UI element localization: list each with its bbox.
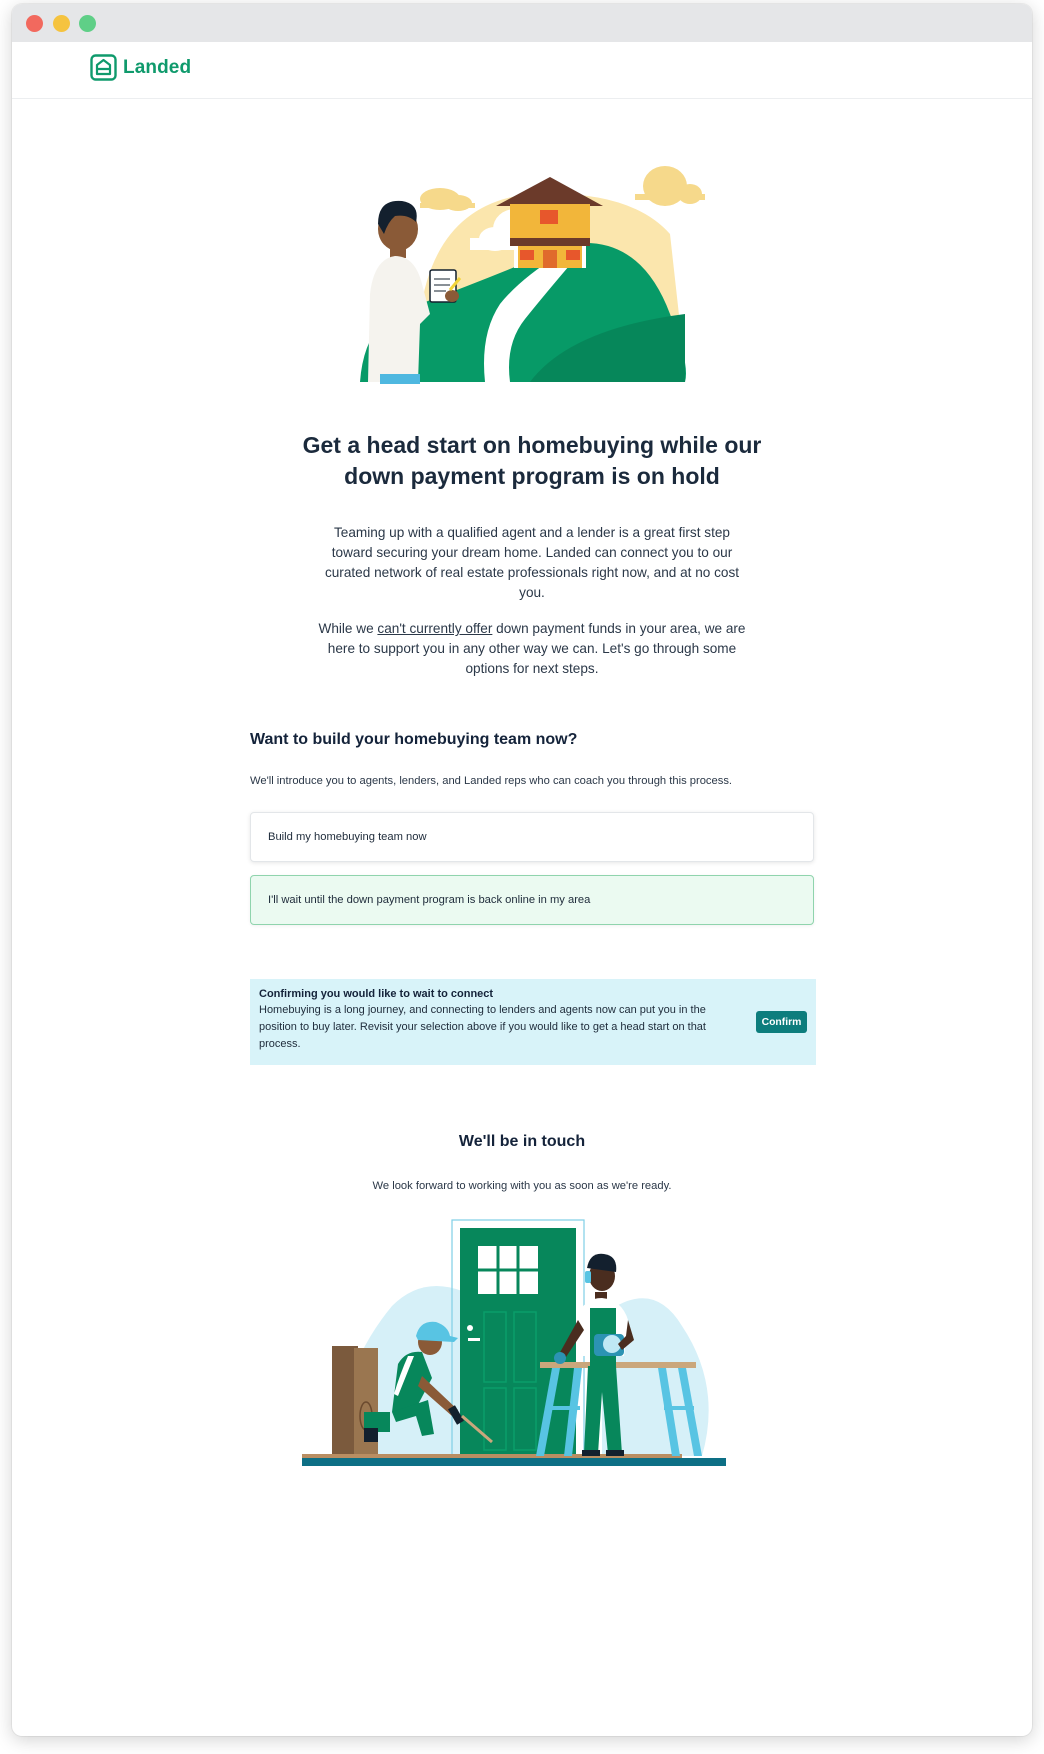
- cant-offer-link[interactable]: can't currently offer: [377, 621, 492, 636]
- minimize-window-button[interactable]: [53, 15, 70, 32]
- workers-illustration: [302, 1219, 726, 1466]
- maximize-window-button[interactable]: [79, 15, 96, 32]
- notice-title: Confirming you would like to wait to con…: [259, 988, 494, 1000]
- hero-illustration: [360, 166, 705, 384]
- window-titlebar: [12, 4, 1032, 42]
- browser-window: Landed Get a head start on homebuying wh…: [12, 4, 1032, 1736]
- door-knob-icon: [467, 1325, 473, 1331]
- app-header: Landed: [12, 42, 1032, 99]
- touch-description: We look forward to working with you as s…: [372, 1180, 672, 1192]
- intro-paragraph: Teaming up with a qualified agent and a …: [324, 525, 740, 600]
- availability-paragraph: While we can't currently offer down paym…: [314, 619, 750, 679]
- option-build-team-now[interactable]: Build my homebuying team now: [250, 812, 814, 862]
- brand-name: Landed: [123, 56, 192, 78]
- team-section-title: Want to build your homebuying team now?: [250, 731, 578, 748]
- team-section-description: We'll introduce you to agents, lenders, …: [250, 775, 733, 787]
- option-label: I'll wait until the down payment program…: [268, 894, 591, 906]
- paragraph-text: While we: [318, 621, 378, 636]
- option-label: Build my homebuying team now: [268, 831, 427, 843]
- notice-body: Homebuying is a long journey, and connec…: [259, 1004, 706, 1050]
- confirm-button[interactable]: Confirm: [756, 1011, 807, 1033]
- touch-title: We'll be in touch: [458, 1133, 586, 1150]
- option-wait-for-program[interactable]: I'll wait until the down payment program…: [250, 875, 814, 925]
- confirm-notice: Confirming you would like to wait to con…: [250, 979, 816, 1065]
- house-logo-icon: [90, 54, 117, 81]
- cloud-icon: [420, 188, 475, 211]
- page-headline: Get a head start on homebuying while our…: [302, 432, 762, 489]
- close-window-button[interactable]: [26, 15, 43, 32]
- cloud-icon: [635, 166, 705, 206]
- landed-logo[interactable]: Landed: [90, 54, 191, 81]
